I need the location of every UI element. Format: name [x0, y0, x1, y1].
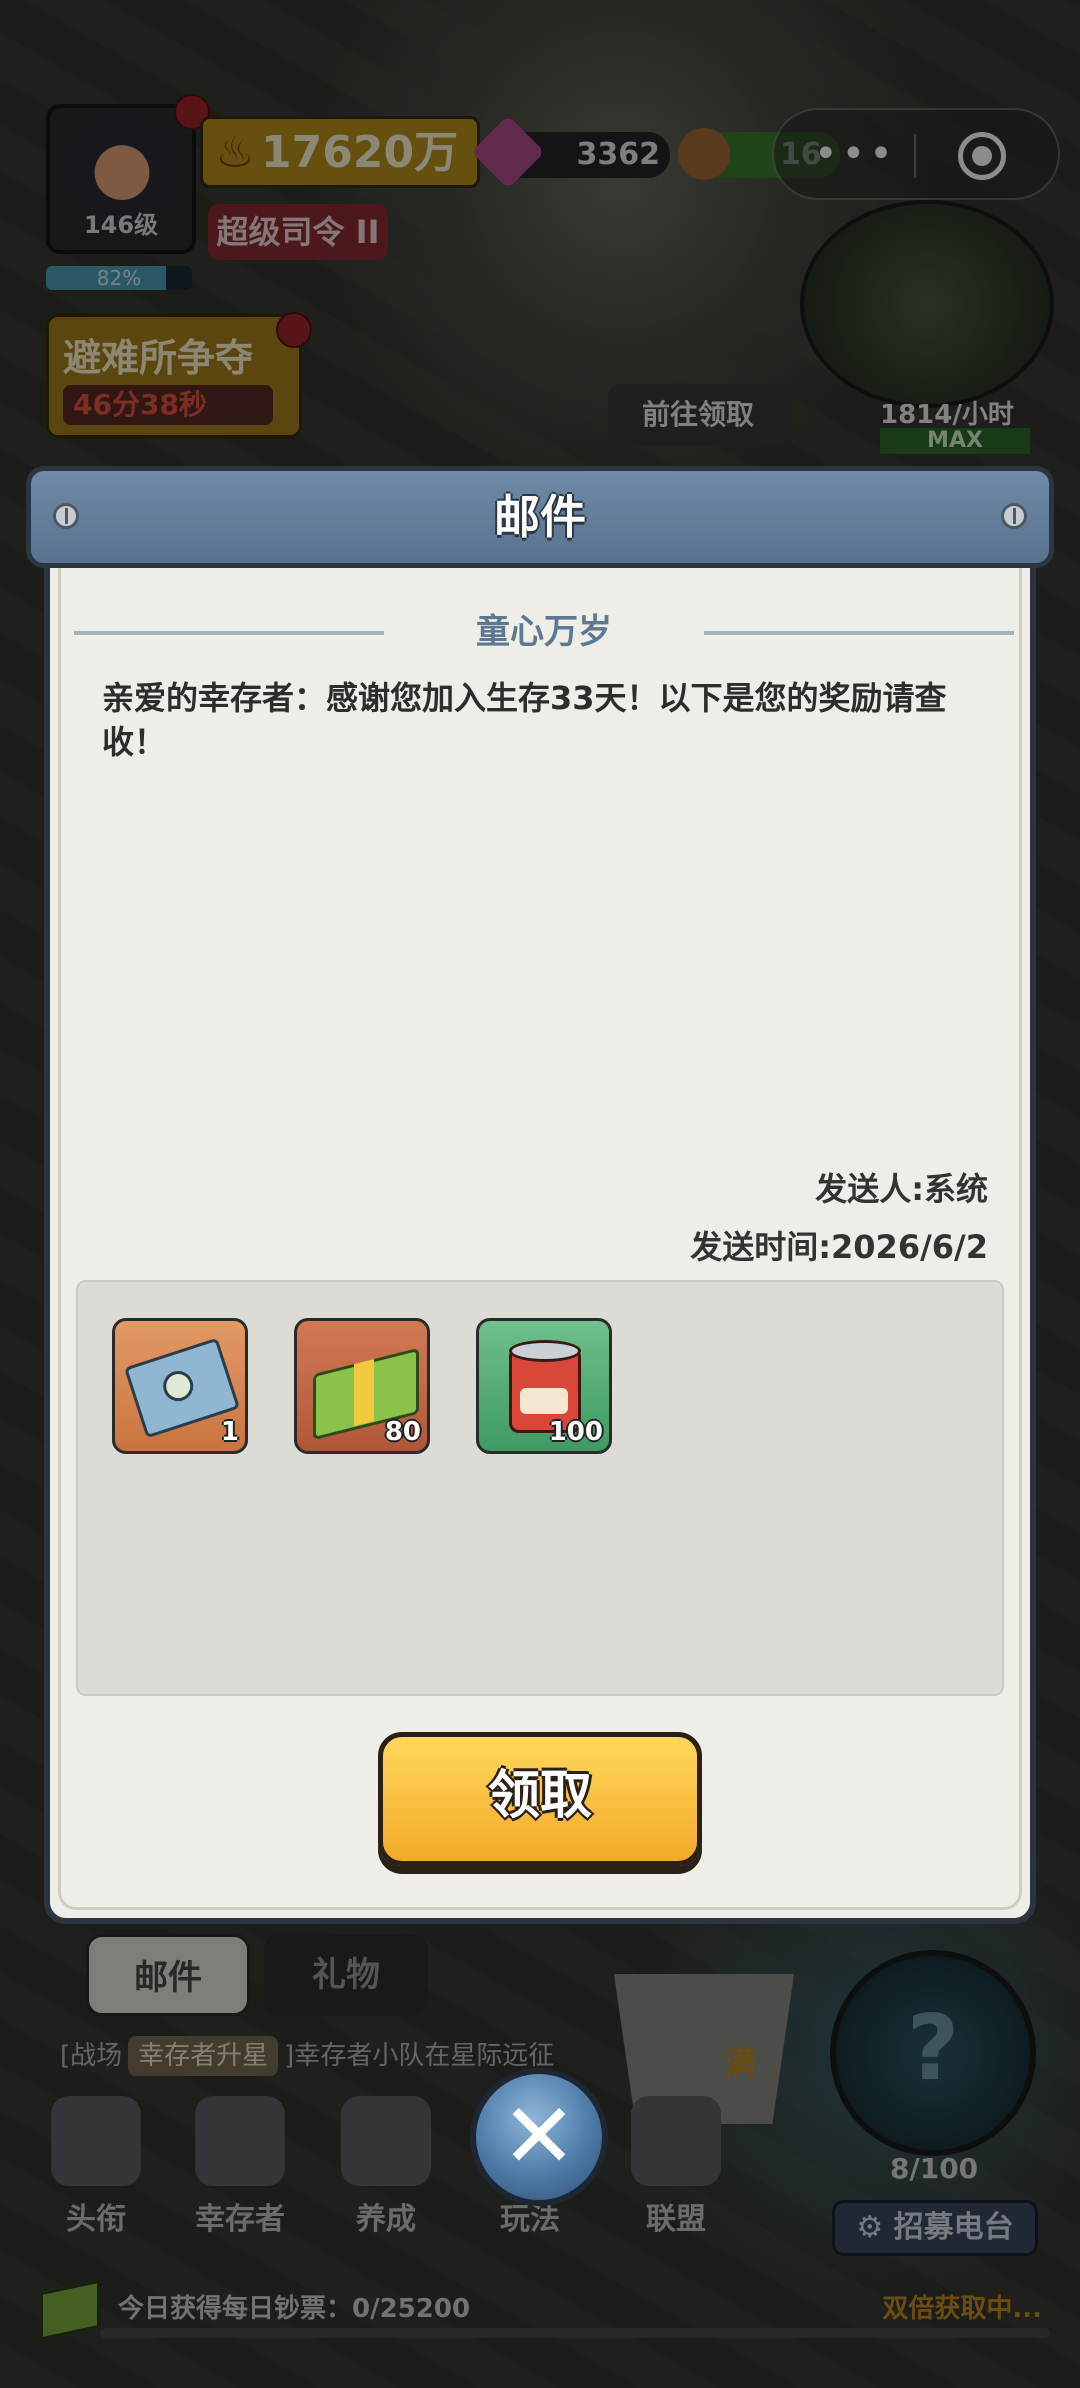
mail-subject-row: 童心万岁 [74, 604, 1014, 660]
reward-quantity: 80 [384, 1417, 421, 1447]
mail-send-time: 发送时间:2026/6/2 [690, 1228, 988, 1266]
reward-panel: 1 80 100 [76, 1280, 1004, 1696]
divider-right [704, 631, 1014, 635]
mail-body: 亲爱的幸存者：感谢您加入生存33天！以下是您的奖励请查收！ [102, 679, 947, 761]
reward-item-cash[interactable]: 80 [294, 1318, 430, 1454]
close-dialog-button[interactable]: ✕ [470, 2068, 608, 2206]
claim-button-label: 领取 [487, 1766, 592, 1826]
mail-dialog-header: 邮件 [26, 466, 1054, 568]
reward-item-canned-food[interactable]: 100 [476, 1318, 612, 1454]
claim-button[interactable]: 领取 [378, 1732, 702, 1866]
reward-item-ticket[interactable]: 1 [112, 1318, 248, 1454]
mail-dialog-title: 邮件 [494, 490, 586, 544]
mail-sender: 发送人:系统 [815, 1170, 988, 1208]
reward-quantity: 1 [220, 1417, 239, 1447]
reward-quantity: 100 [548, 1417, 603, 1447]
screw-icon [1001, 503, 1027, 529]
close-icon: ✕ [501, 2084, 577, 2189]
